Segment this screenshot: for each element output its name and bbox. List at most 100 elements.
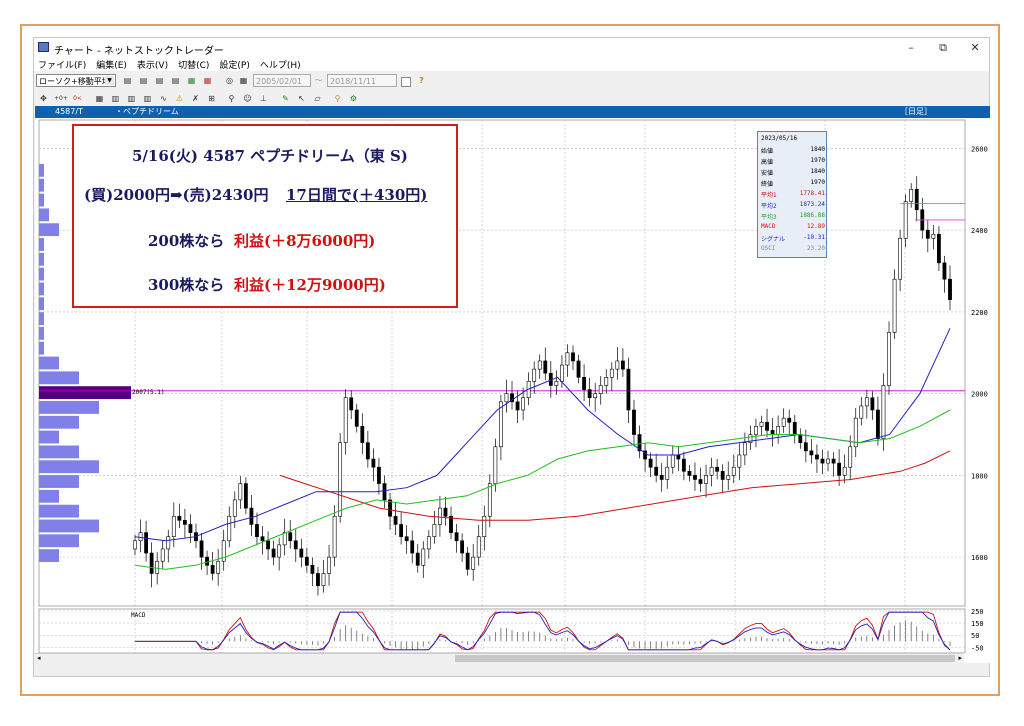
candle-body <box>859 405 864 419</box>
binoculars-icon[interactable]: ◎ <box>224 75 235 86</box>
chart-header: 4587/T ・ペプチドリーム ［日足］ <box>35 106 990 118</box>
volume-profile-bar <box>39 356 59 370</box>
candle-body <box>931 233 936 239</box>
chart-type-select[interactable]: ローソク+移動平均 ▼ <box>36 74 116 87</box>
menu-view[interactable]: 表示(V) <box>137 58 168 71</box>
candle-body <box>604 377 609 386</box>
candle-body <box>327 556 331 574</box>
warning-icon[interactable]: ⚠ <box>174 93 185 104</box>
candle-body <box>776 426 781 435</box>
support-line-label: 2007(5.1) <box>132 389 165 396</box>
candle-body <box>737 454 742 468</box>
info-key: OSCI <box>761 245 776 252</box>
info-value: 1970 <box>810 157 825 164</box>
tilde-label: ～ <box>314 76 323 85</box>
volume-profile-bar <box>39 223 59 237</box>
candle-body <box>864 397 869 407</box>
minimize-button[interactable]: – <box>904 41 918 55</box>
crosshair-icon[interactable]: ✥ <box>38 93 49 104</box>
info-key: 平均3 <box>761 214 777 221</box>
checkbox[interactable] <box>401 77 411 87</box>
layout-icon-3[interactable]: ▥ <box>126 93 137 104</box>
zoom-out-icon[interactable]: 0< <box>72 93 83 104</box>
candle-body <box>754 426 758 435</box>
cross-icon[interactable]: ✗ <box>190 93 201 104</box>
annotation-line-4a: 300株なら <box>148 276 225 294</box>
restore-button[interactable]: ⧉ <box>936 41 950 55</box>
chart-icon-1[interactable]: ▤ <box>122 75 133 86</box>
menu-switch[interactable]: 切替(C) <box>178 58 209 71</box>
gear-icon[interactable]: ⚙ <box>348 93 359 104</box>
candle-body <box>182 520 187 525</box>
fork-icon[interactable]: ⊥ <box>258 93 269 104</box>
volume-profile-bar <box>39 164 44 177</box>
scroll-right-icon[interactable]: ▸ <box>958 654 962 662</box>
macd-panel <box>38 608 966 654</box>
calendar-icon[interactable]: ▦ <box>238 75 249 86</box>
info-row: OSCI 23.20 <box>761 245 825 254</box>
candle-body <box>360 426 365 443</box>
volume-profile-bar <box>39 489 59 503</box>
candle-body <box>232 499 237 517</box>
candle-body <box>310 565 315 574</box>
chart-icon-2[interactable]: ▤ <box>138 75 149 86</box>
candle-body <box>925 229 930 239</box>
scroll-left-icon[interactable]: ◂ <box>37 654 41 662</box>
chevron-down-icon[interactable]: ▼ <box>105 76 114 85</box>
help-icon[interactable]: ? <box>416 75 427 86</box>
candle-body <box>487 483 492 517</box>
scroll-thumb[interactable] <box>455 655 955 662</box>
volume-profile-bar <box>39 341 44 355</box>
volume-profile-bar <box>39 208 49 222</box>
pencil-icon[interactable]: ✎ <box>280 93 291 104</box>
candle-body <box>831 458 836 464</box>
info-row: 平均2 1873.24 <box>761 201 825 210</box>
layout-icon-1[interactable]: ▦ <box>94 93 105 104</box>
candle-body <box>820 458 825 464</box>
candle-body <box>399 524 404 537</box>
date-from-input[interactable]: 2005/02/01 <box>253 74 311 87</box>
menu-help[interactable]: ヘルプ(H) <box>260 58 301 71</box>
candle-body <box>887 332 891 386</box>
volume-profile-bar <box>39 445 79 459</box>
close-button[interactable]: ✕ <box>968 41 982 55</box>
cursor-icon[interactable]: ↖ <box>296 93 307 104</box>
date-to-input[interactable]: 2018/11/11 <box>327 74 397 87</box>
info-date: 2023/05/16 <box>761 135 798 142</box>
chart-type-value: ローソク+移動平均 <box>39 77 110 86</box>
volume-profile-bar <box>39 504 79 518</box>
menu-file[interactable]: ファイル(F) <box>38 58 86 71</box>
wave-icon[interactable]: ∿ <box>158 93 169 104</box>
candle-body <box>676 454 681 460</box>
person-search-icon[interactable]: ☺ <box>242 93 253 104</box>
zoom-in-icon[interactable]: +0+ <box>54 93 68 104</box>
layout-icon-4[interactable]: ▥ <box>142 93 153 104</box>
candle-body <box>521 397 525 411</box>
annotation-line-3b: 利益(＋8万6000円) <box>234 232 376 250</box>
chart-icon-4[interactable]: ▤ <box>170 75 181 86</box>
magnify-icon[interactable]: ⚲ <box>332 93 343 104</box>
macd-tick-label: -50 <box>971 644 984 652</box>
candle-body <box>465 552 470 570</box>
candle-body <box>632 409 636 435</box>
candle-body <box>759 421 764 427</box>
macd-tick-label: 250 <box>971 608 984 616</box>
candle-body <box>715 466 720 472</box>
period-label[interactable]: ［日足］ <box>900 106 932 118</box>
profit-annotation: 5/16(火) 4587 ペプチドリーム（東 S) (買)2000円➡(売)24… <box>72 124 458 308</box>
volume-profile-bar <box>39 312 44 325</box>
chart-icon-5[interactable]: ▦ <box>186 75 197 86</box>
grid-icon[interactable]: ⊞ <box>206 93 217 104</box>
menu-settings[interactable]: 設定(P) <box>219 58 249 71</box>
search-icon[interactable]: ⚲ <box>226 93 237 104</box>
eraser-icon[interactable]: ▱ <box>312 93 323 104</box>
candle-body <box>582 377 586 390</box>
chart-icon-6[interactable]: ▦ <box>202 75 213 86</box>
menu-edit[interactable]: 編集(E) <box>96 58 127 71</box>
layout-icon-2[interactable]: ▥ <box>110 93 121 104</box>
horizontal-scrollbar[interactable]: ◂ ▸ <box>35 653 964 664</box>
info-key: シグナル <box>761 236 786 243</box>
candle-body <box>271 548 276 558</box>
info-value: 1970 <box>810 179 825 186</box>
chart-icon-3[interactable]: ▤ <box>154 75 165 86</box>
